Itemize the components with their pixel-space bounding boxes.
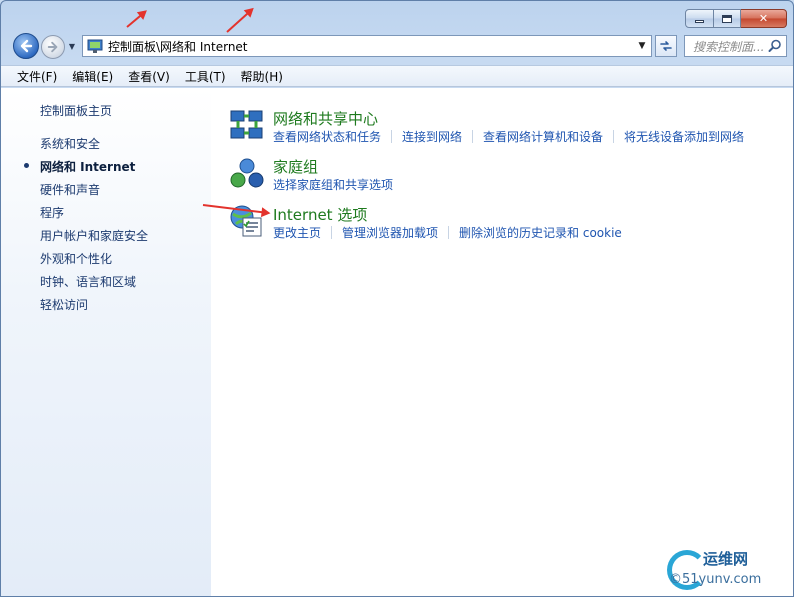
category-title[interactable]: 家庭组	[273, 156, 318, 177]
link-add-wireless-device[interactable]: 将无线设备添加到网络	[624, 128, 744, 145]
link-view-network-status[interactable]: 查看网络状态和任务	[273, 128, 381, 145]
sidebar-list: 系统和安全 网络和 Internet 硬件和声音 程序 用户帐户和家庭安全 外观…	[24, 135, 148, 319]
address-dropdown-icon[interactable]: ▼	[636, 40, 648, 52]
watermark-cn: 运维网	[703, 550, 749, 568]
menu-file[interactable]: 文件(F)	[15, 67, 59, 86]
link-view-network-computers[interactable]: 查看网络计算机和设备	[483, 128, 603, 145]
homegroup-icon[interactable]	[229, 156, 265, 192]
sidebar-item-hardware-sound[interactable]: 硬件和声音	[40, 181, 148, 204]
search-input[interactable]: 搜索控制面...	[693, 38, 764, 55]
link-connect-to-network[interactable]: 连接到网络	[402, 128, 462, 145]
sidebar-item-clock-language[interactable]: 时钟、语言和区域	[40, 273, 148, 296]
menu-tools[interactable]: 工具(T)	[183, 67, 228, 86]
network-sharing-center-icon[interactable]	[229, 108, 265, 144]
maximize-button[interactable]	[714, 9, 741, 28]
back-button[interactable]	[13, 33, 39, 59]
sidebar-item-label: 硬件和声音	[40, 183, 101, 197]
link-homegroup-sharing-options[interactable]: 选择家庭组和共享选项	[273, 176, 393, 193]
sidebar-item-label: 用户帐户和家庭安全	[40, 229, 149, 243]
maximize-icon	[722, 14, 732, 23]
sidebar-item-network-internet[interactable]: 网络和 Internet	[24, 158, 148, 181]
explorer-window: ✕ ▼ 控制面板\网络和 Internet ▼ 搜索控制面... 文件(F) 编…	[0, 0, 794, 597]
active-bullet-icon	[24, 163, 29, 168]
navigation-bar: ▼ 控制面板\网络和 Internet ▼ 搜索控制面...	[11, 33, 787, 59]
sidebar-item-appearance[interactable]: 外观和个性化	[40, 250, 148, 273]
sidebar-item-user-accounts[interactable]: 用户帐户和家庭安全	[40, 227, 148, 250]
back-arrow-icon	[20, 39, 33, 53]
link-change-homepage[interactable]: 更改主页	[273, 224, 321, 241]
watermark-en: ©51yunv.com	[669, 572, 762, 587]
recent-pages-button[interactable]: ▼	[67, 41, 77, 51]
sidebar-item-system-security[interactable]: 系统和安全	[40, 135, 148, 158]
link-manage-addons[interactable]: 管理浏览器加载项	[342, 224, 438, 241]
caption-buttons: ✕	[685, 9, 787, 28]
address-path: 控制面板\网络和 Internet	[108, 39, 248, 54]
search-icon[interactable]	[768, 39, 782, 53]
link-separator	[472, 130, 474, 143]
refresh-icon	[660, 41, 672, 51]
menu-view[interactable]: 查看(V)	[126, 67, 172, 86]
link-separator	[391, 130, 393, 143]
minimize-button[interactable]	[685, 9, 714, 28]
menu-edit[interactable]: 编辑(E)	[70, 67, 115, 86]
sidebar-item-label: 外观和个性化	[40, 252, 113, 266]
main-content: 网络和共享中心 查看网络状态和任务 连接到网络 查看网络计算机和设备 将无线设备…	[211, 88, 793, 596]
annotation-arrow	[226, 8, 253, 33]
close-button[interactable]: ✕	[741, 9, 787, 28]
sidebar-item-programs[interactable]: 程序	[40, 204, 148, 227]
link-delete-browsing-history[interactable]: 删除浏览的历史记录和 cookie	[459, 224, 622, 241]
category-title[interactable]: Internet 选项	[273, 204, 367, 225]
sidebar-item-label: 网络和 Internet	[40, 160, 136, 174]
sidebar-item-ease-of-access[interactable]: 轻松访问	[40, 296, 148, 319]
forward-arrow-icon	[47, 41, 58, 53]
category-links: 更改主页 管理浏览器加载项 删除浏览的历史记录和 cookie	[273, 224, 622, 241]
control-panel-icon	[87, 38, 103, 54]
sidebar-item-label: 轻松访问	[40, 298, 89, 312]
forward-button[interactable]	[41, 35, 65, 59]
category-links: 选择家庭组和共享选项	[273, 176, 393, 193]
sidebar-item-label: 程序	[40, 206, 65, 220]
address-bar[interactable]: 控制面板\网络和 Internet ▼	[82, 35, 652, 57]
annotation-arrow	[126, 10, 147, 28]
link-separator	[331, 226, 333, 239]
chevron-down-icon: ▼	[68, 41, 76, 51]
refresh-button[interactable]	[655, 35, 677, 57]
link-separator	[448, 226, 450, 239]
site-watermark: 运维网 ©51yunv.com	[667, 546, 785, 594]
close-icon: ✕	[758, 12, 769, 25]
category-links: 查看网络状态和任务 连接到网络 查看网络计算机和设备 将无线设备添加到网络	[273, 128, 744, 145]
search-box[interactable]: 搜索控制面...	[684, 35, 787, 57]
category-title[interactable]: 网络和共享中心	[273, 108, 378, 129]
sidebar-item-label: 时钟、语言和区域	[40, 275, 137, 289]
menu-bar: 文件(F) 编辑(E) 查看(V) 工具(T) 帮助(H)	[1, 65, 793, 87]
link-separator	[613, 130, 615, 143]
menu-help[interactable]: 帮助(H)	[239, 67, 285, 86]
sidebar: 控制面板主页 系统和安全 网络和 Internet 硬件和声音 程序 用户帐户和…	[1, 88, 211, 596]
sidebar-item-label: 系统和安全	[40, 137, 101, 151]
minimize-icon	[695, 20, 704, 23]
sidebar-home-link[interactable]: 控制面板主页	[40, 102, 112, 119]
